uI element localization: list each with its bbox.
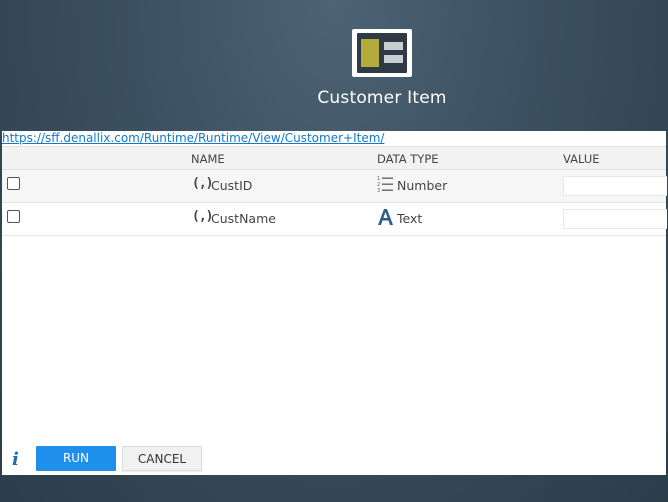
row-name: CustName — [211, 211, 276, 226]
view-url-link[interactable]: https://sff.denallix.com/Runtime/Runtime… — [2, 131, 384, 146]
view-logo-icon — [352, 29, 412, 77]
run-button[interactable]: RUN — [36, 446, 116, 471]
row-data-type: Number — [397, 178, 448, 193]
variable-icon: (,) — [192, 176, 214, 191]
dialog-panel: https://sff.denallix.com/Runtime/Runtime… — [2, 131, 667, 475]
row-name: CustID — [211, 178, 253, 193]
table-header: NAME DATA TYPE VALUE — [2, 146, 666, 170]
svg-text:3: 3 — [377, 188, 380, 193]
column-header-data-type: DATA TYPE — [377, 152, 439, 166]
cancel-button[interactable]: CANCEL — [122, 446, 202, 471]
dialog-header: Customer Item — [0, 0, 668, 131]
text-a-icon — [378, 209, 393, 225]
table-row: (,) CustName Text — [2, 203, 667, 236]
row-checkbox[interactable] — [7, 177, 20, 190]
column-header-name: NAME — [191, 152, 225, 166]
dialog-title: Customer Item — [317, 88, 447, 108]
table-row: (,) CustID 1 2 3 Number — [2, 170, 667, 203]
number-list-icon: 1 2 3 — [377, 176, 393, 193]
column-header-value: VALUE — [563, 152, 600, 166]
variable-icon: (,) — [192, 209, 214, 224]
row-checkbox[interactable] — [7, 210, 20, 223]
row-data-type: Text — [397, 211, 423, 226]
info-icon[interactable]: i — [12, 449, 19, 470]
value-input[interactable] — [563, 176, 667, 196]
value-input[interactable] — [563, 209, 667, 229]
